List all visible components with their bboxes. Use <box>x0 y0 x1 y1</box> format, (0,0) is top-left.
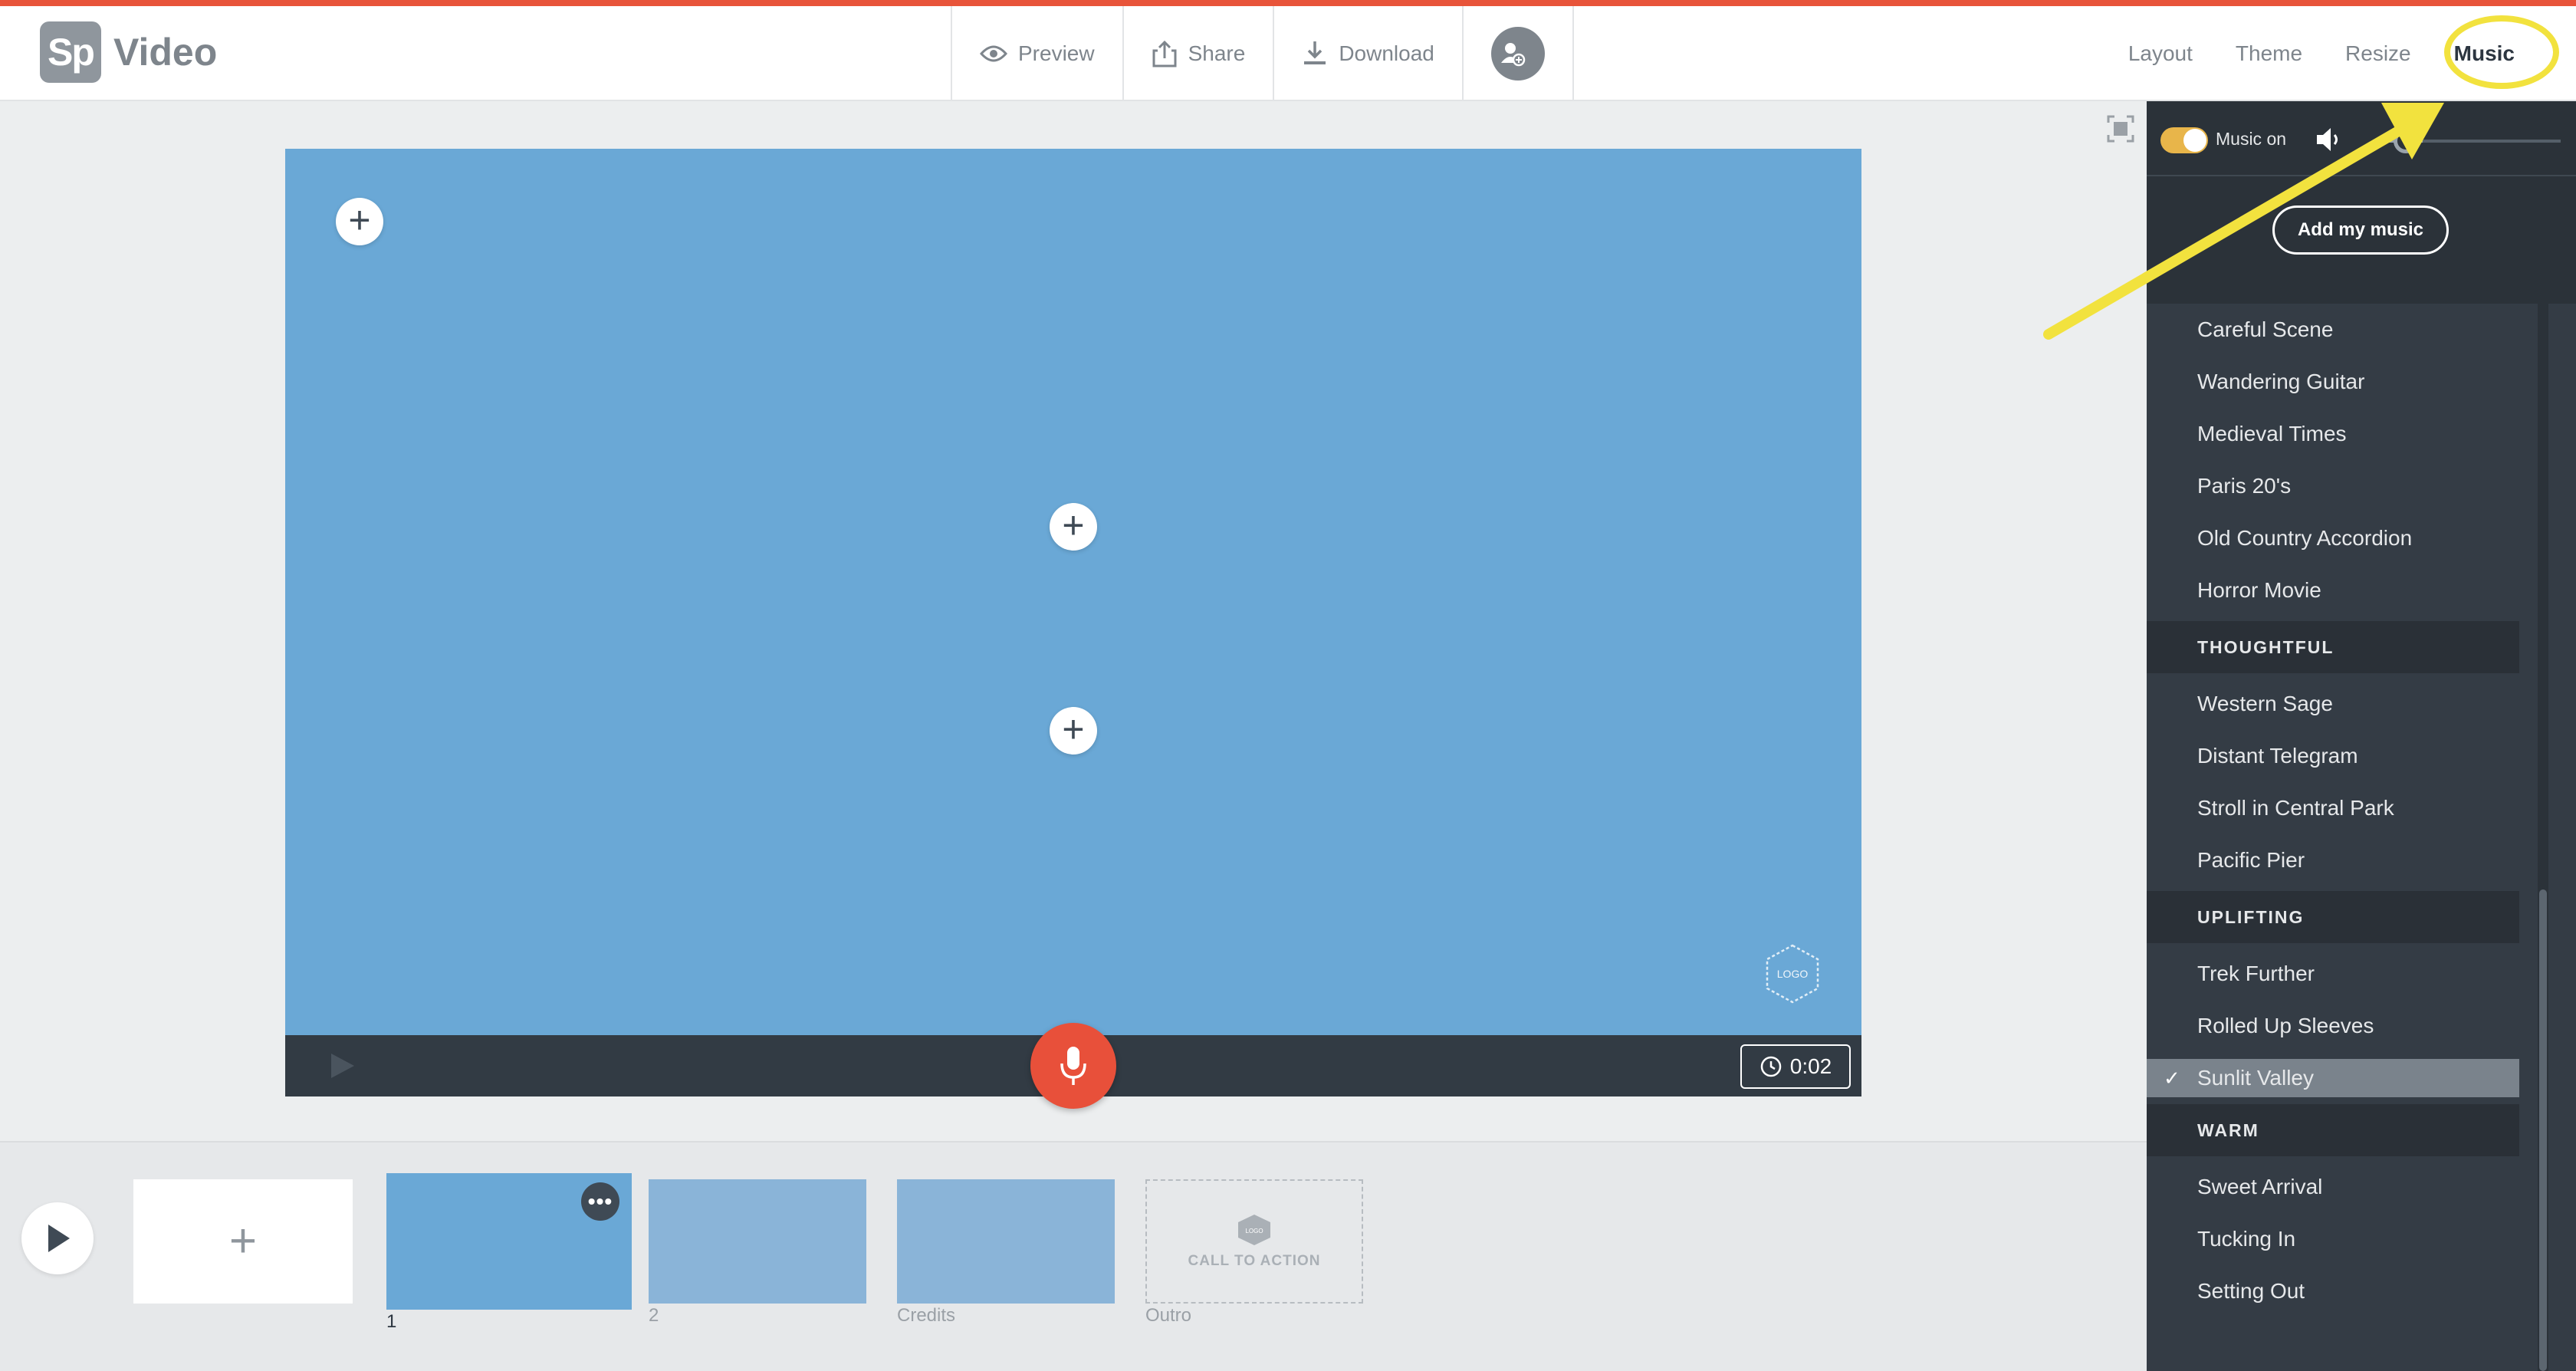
music-toggle-label: Music on <box>2216 129 2287 149</box>
track-item-selected[interactable]: ✓ Sunlit Valley <box>2147 1059 2519 1097</box>
tab-layout[interactable]: Layout <box>2128 41 2193 66</box>
add-my-music-button[interactable]: Add my music <box>2272 205 2449 255</box>
preview-button[interactable]: Preview <box>952 6 1124 101</box>
record-voice-button[interactable] <box>1030 1023 1116 1109</box>
music-track-list: Careful Scene Wandering Guitar Medieval … <box>2147 304 2519 1317</box>
track-item[interactable]: Trek Further <box>2147 948 2519 1000</box>
scene-duration-button[interactable]: 0:02 <box>1740 1044 1851 1089</box>
plus-icon: + <box>1062 504 1085 547</box>
track-item[interactable]: Sweet Arrival <box>2147 1161 2519 1213</box>
panel-scrollbar-thumb[interactable] <box>2539 889 2547 1371</box>
track-item[interactable]: Setting Out <box>2147 1265 2519 1317</box>
play-icon <box>48 1225 70 1252</box>
download-icon <box>1304 41 1326 64</box>
category-header-warm: WARM <box>2147 1104 2519 1156</box>
cta-label: CALL TO ACTION <box>1188 1253 1321 1269</box>
track-item[interactable]: Stroll in Central Park <box>2147 782 2519 834</box>
music-controls: Music on Add my music <box>2147 101 2576 304</box>
microphone-icon <box>1060 1047 1086 1085</box>
scene-label-credits: Credits <box>897 1305 956 1326</box>
toolbar-actions: Preview Share Download <box>951 6 1574 101</box>
track-item[interactable]: Distant Telegram <box>2147 730 2519 782</box>
play-all-button[interactable] <box>21 1202 94 1274</box>
play-icon[interactable] <box>327 1050 357 1081</box>
video-canvas[interactable]: + + + LOGO <box>285 149 1861 1035</box>
category-header-uplifting: UPLIFTING <box>2147 891 2519 943</box>
share-label: Share <box>1188 41 1246 65</box>
logo-text: Video <box>113 31 218 74</box>
logo-mark: Sp <box>40 21 101 83</box>
checkmark-icon: ✓ <box>2164 1066 2180 1090</box>
scene-label-2: 2 <box>649 1305 659 1326</box>
music-toggle[interactable] <box>2160 127 2208 153</box>
add-content-button-center[interactable]: + <box>1050 503 1097 551</box>
tab-resize[interactable]: Resize <box>2345 41 2411 66</box>
track-item[interactable]: Careful Scene <box>2147 304 2519 356</box>
track-item[interactable]: Wandering Guitar <box>2147 356 2519 408</box>
music-panel: Music on Add my music Careful Scene Wand… <box>2147 101 2576 1371</box>
download-label: Download <box>1339 41 1434 65</box>
track-item[interactable]: Horror Movie <box>2147 564 2519 616</box>
top-accent-line <box>0 0 2576 6</box>
track-label: Sunlit Valley <box>2197 1066 2315 1090</box>
track-item[interactable]: Paris 20's <box>2147 460 2519 512</box>
call-to-action-scene[interactable]: LOGO CALL TO ACTION <box>1145 1179 1363 1304</box>
track-item[interactable]: Western Sage <box>2147 678 2519 730</box>
logo-placeholder-icon: LOGO <box>1238 1215 1270 1245</box>
track-item[interactable]: Rolled Up Sleeves <box>2147 1000 2519 1052</box>
clock-icon <box>1760 1056 1781 1077</box>
track-item[interactable]: Medieval Times <box>2147 408 2519 460</box>
scene-label-outro: Outro <box>1145 1305 1192 1326</box>
panel-divider <box>2147 175 2576 176</box>
collaborator-button[interactable] <box>1464 6 1574 101</box>
top-bar: Sp Video Preview Share Download Layout T… <box>0 6 2576 101</box>
scene-thumbnail-credits[interactable] <box>897 1179 1115 1304</box>
fit-screen-icon[interactable] <box>2107 115 2134 143</box>
scene-thumbnail-2[interactable] <box>649 1179 866 1304</box>
eye-icon <box>980 45 1007 62</box>
more-icon: ••• <box>587 1189 613 1213</box>
add-person-icon <box>1490 27 1545 81</box>
tab-theme[interactable]: Theme <box>2236 41 2302 66</box>
duration-value: 0:02 <box>1789 1054 1832 1078</box>
logo-placeholder[interactable]: LOGO <box>1762 943 1823 1004</box>
logo-placeholder-text: LOGO <box>1777 968 1809 980</box>
plus-icon: + <box>228 1215 258 1267</box>
preview-label: Preview <box>1018 41 1095 65</box>
plus-icon: + <box>348 199 371 242</box>
app-logo[interactable]: Sp Video <box>40 21 217 83</box>
scene-more-button[interactable]: ••• <box>581 1182 619 1221</box>
download-button[interactable]: Download <box>1274 6 1464 101</box>
share-button[interactable]: Share <box>1124 6 1275 101</box>
plus-icon: + <box>1062 708 1085 751</box>
track-item[interactable]: Old Country Accordion <box>2147 512 2519 564</box>
track-item[interactable]: Pacific Pier <box>2147 834 2519 886</box>
add-scene-button[interactable]: + <box>133 1179 353 1304</box>
volume-slider-handle[interactable] <box>2394 129 2418 153</box>
track-item[interactable]: Tucking In <box>2147 1213 2519 1265</box>
add-content-button-top-left[interactable]: + <box>336 198 383 245</box>
scene-thumbnail-1[interactable]: ••• <box>386 1173 632 1310</box>
add-content-button-lower[interactable]: + <box>1050 707 1097 755</box>
cta-logo-text: LOGO <box>1245 1228 1263 1235</box>
scene-label-1: 1 <box>386 1311 397 1332</box>
share-icon <box>1152 40 1177 67</box>
category-header-thoughtful: THOUGHTFUL <box>2147 621 2519 673</box>
volume-icon[interactable] <box>2314 124 2344 155</box>
annotation-highlight-circle <box>2444 15 2559 89</box>
